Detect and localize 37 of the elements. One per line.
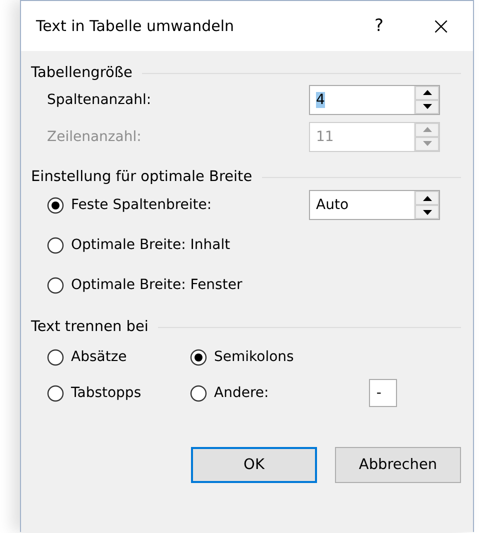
spin-up-button[interactable] bbox=[415, 191, 439, 205]
radio-button[interactable] bbox=[47, 196, 64, 214]
radio-button[interactable] bbox=[47, 348, 64, 366]
spin-up-button[interactable] bbox=[415, 86, 439, 100]
group-heading: Einstellung für optimale Breite bbox=[31, 169, 252, 185]
number-spinner[interactable]: Auto bbox=[309, 190, 440, 220]
spin-down-button[interactable] bbox=[415, 205, 439, 219]
radio-button[interactable] bbox=[190, 384, 207, 402]
radio-option[interactable]: Optimale Breite: Inhalt bbox=[47, 236, 309, 254]
close-button[interactable]: × bbox=[417, 6, 465, 46]
radio-option[interactable]: Optimale Breite: Fenster bbox=[47, 276, 309, 294]
ok-button[interactable]: OK bbox=[191, 447, 317, 483]
radio-button[interactable] bbox=[47, 236, 64, 254]
down-arrow-icon bbox=[422, 141, 432, 146]
down-arrow-icon bbox=[422, 104, 432, 109]
input-field[interactable]: - bbox=[369, 379, 398, 407]
cancel-button[interactable]: Abbrechen bbox=[335, 447, 461, 483]
down-arrow-icon bbox=[422, 210, 432, 214]
group-heading: Text trennen bei bbox=[31, 319, 148, 335]
window-title: Text in Tabelle umwandeln bbox=[36, 17, 236, 35]
radio-option[interactable]: Absätze bbox=[47, 348, 190, 366]
radio-option[interactable]: Semikolons bbox=[190, 348, 358, 366]
radio-option[interactable]: Tabstopps bbox=[47, 384, 190, 402]
spin-down-button[interactable] bbox=[415, 100, 439, 114]
field-label: Spaltenanzahl: bbox=[47, 92, 152, 108]
radio-button[interactable] bbox=[47, 384, 64, 402]
field-label: Zeilenanzahl: bbox=[47, 128, 142, 144]
radio-option[interactable]: Feste Spaltenbreite: bbox=[47, 196, 309, 214]
up-arrow-icon bbox=[422, 127, 432, 132]
up-arrow-icon bbox=[422, 90, 432, 95]
radio-button[interactable] bbox=[190, 348, 207, 366]
number-spinner[interactable]: 4 bbox=[309, 84, 440, 114]
up-arrow-icon bbox=[422, 196, 432, 200]
radio-button[interactable] bbox=[47, 276, 64, 294]
radio-option[interactable]: Andere: bbox=[190, 384, 358, 402]
help-button[interactable]: ? bbox=[355, 6, 403, 46]
group-heading: Tabellengröße bbox=[31, 65, 132, 81]
